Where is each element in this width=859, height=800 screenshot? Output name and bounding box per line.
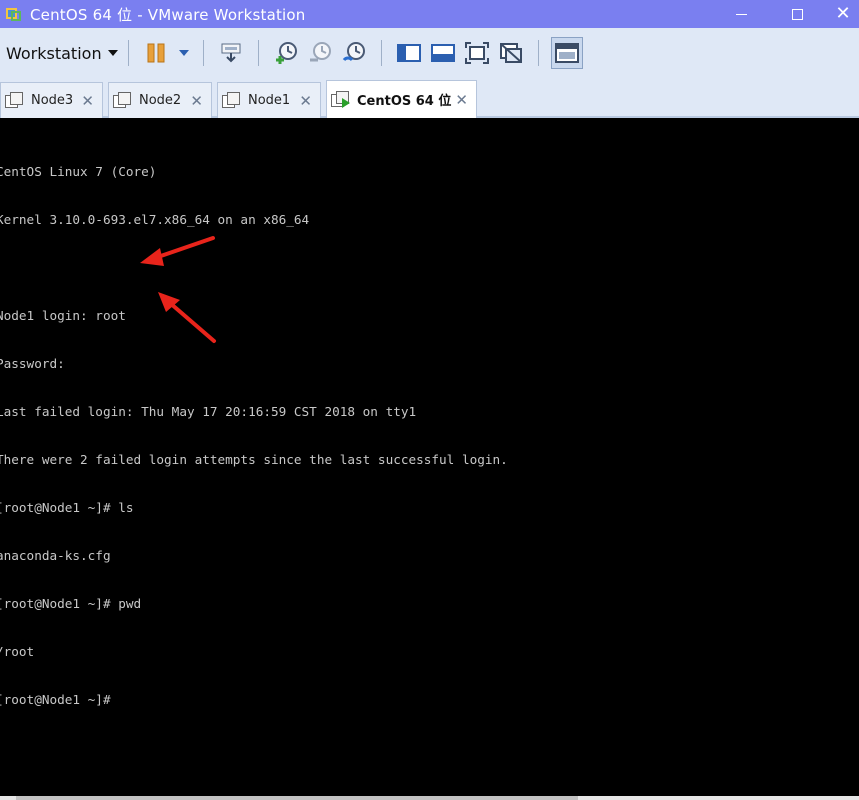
maximize-icon: [791, 8, 803, 20]
pause-icon: [141, 38, 171, 68]
revert-snapshot-button[interactable]: [305, 38, 335, 68]
title-bar: CentOS 64 位 - VMware Workstation ✕: [0, 0, 859, 28]
toolbar-divider: [537, 40, 539, 66]
fullscreen-button[interactable]: [462, 38, 492, 68]
tab-view-icon: [554, 43, 579, 63]
snapshot-manager-button[interactable]: [339, 38, 369, 68]
toolbar-divider: [257, 40, 259, 66]
fullscreen-icon: [464, 42, 489, 64]
snapshot-manager-icon: [342, 42, 365, 62]
minimize-icon: [735, 13, 747, 15]
vm-tab-strip: Node3 ✕ Node2 ✕ Node1 ✕ CentOS 64 位 ✕: [0, 78, 859, 118]
send-ctrl-alt-del-button[interactable]: [216, 38, 246, 68]
tab-label: Node3: [31, 93, 74, 108]
minimize-button[interactable]: [718, 0, 764, 28]
unity-button[interactable]: [496, 38, 526, 68]
tab-node1[interactable]: Node1 ✕: [217, 82, 321, 118]
chevron-down-icon: [107, 50, 118, 56]
vm-icon: [113, 91, 133, 110]
close-icon[interactable]: ✕: [81, 92, 94, 110]
toolbar-divider: [202, 40, 204, 66]
close-icon: ✕: [835, 3, 851, 24]
snapshot-take-icon: [275, 42, 297, 64]
close-icon[interactable]: ✕: [190, 92, 203, 110]
vm-running-icon: [331, 90, 351, 109]
tab-view-button[interactable]: [550, 37, 583, 69]
show-library-button[interactable]: [394, 38, 424, 68]
toolbar-divider: [127, 40, 129, 66]
library-icon: [396, 44, 421, 62]
vm-console[interactable]: CentOS Linux 7 (Core) Kernel 3.10.0-693.…: [0, 118, 859, 796]
annotation-arrow-ls: [140, 236, 215, 266]
console-view-button[interactable]: [428, 38, 458, 68]
vm-icon: [5, 91, 25, 110]
window-title: CentOS 64 位 - VMware Workstation: [30, 5, 306, 24]
close-icon[interactable]: ✕: [299, 92, 312, 110]
tab-node3[interactable]: Node3 ✕: [0, 82, 103, 118]
toolbar: Workstation: [0, 28, 859, 78]
snapshot-revert-icon: [309, 42, 331, 62]
vm-icon: [222, 91, 242, 110]
tab-label: Node1: [248, 93, 291, 108]
toolbar-divider: [380, 40, 382, 66]
workstation-menu-label: Workstation: [6, 43, 102, 63]
console-view-icon: [430, 44, 455, 62]
chevron-down-icon: [178, 50, 189, 56]
horizontal-scrollbar[interactable]: [0, 796, 859, 800]
scrollbar-thumb[interactable]: [16, 796, 578, 800]
take-snapshot-button[interactable]: [271, 38, 301, 68]
maximize-button[interactable]: [774, 0, 820, 28]
pause-button[interactable]: [139, 38, 193, 68]
close-icon[interactable]: ✕: [455, 91, 468, 109]
vmware-logo-icon: [6, 6, 22, 22]
annotation-arrow-pwd: [158, 292, 216, 343]
send-ctrl-alt-del-icon: [221, 43, 241, 63]
tab-label: Node2: [139, 93, 182, 108]
tab-centos-64[interactable]: CentOS 64 位 ✕: [326, 80, 477, 118]
close-window-button[interactable]: ✕: [820, 0, 859, 28]
tab-label: CentOS 64 位: [357, 94, 452, 109]
unity-icon: [499, 43, 522, 63]
annotation-arrows: [140, 236, 216, 343]
tab-node2[interactable]: Node2 ✕: [108, 82, 212, 118]
workstation-menu[interactable]: Workstation: [6, 44, 118, 63]
